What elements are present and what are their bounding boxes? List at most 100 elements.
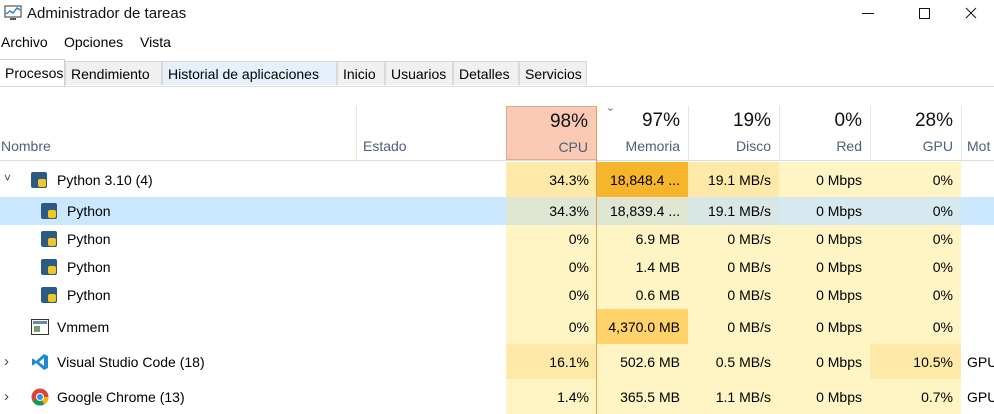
header-cpu[interactable]: 98% CPU: [506, 106, 597, 160]
process-name: Python: [41, 281, 111, 309]
title-bar: Administrador de tareas: [0, 0, 994, 28]
header-gpu-pct: 28%: [914, 110, 953, 131]
table-row[interactable]: › Visual Studio Code (18) 16.1% 502.6 MB…: [0, 344, 994, 379]
gpu-cell: 0%: [870, 253, 961, 281]
column-divider: [356, 106, 357, 160]
gpu-cell: 0.7%: [870, 379, 961, 414]
memory-cell: 0.6 MB: [597, 281, 688, 309]
chevron-down-icon[interactable]: ˅: [4, 171, 11, 185]
table-row[interactable]: › Google Chrome (13) 1.4% 365.5 MB 1.1 M…: [0, 379, 994, 414]
header-disk[interactable]: 19% Disco: [688, 106, 779, 160]
gpu-cell: 0%: [870, 309, 961, 344]
column-divider: [870, 106, 871, 160]
process-name: Vmmem: [31, 309, 109, 344]
close-button[interactable]: [948, 0, 994, 26]
column-divider: [779, 106, 780, 160]
header-cpu-label: CPU: [558, 139, 588, 155]
cpu-cell: 0%: [506, 225, 597, 253]
header-memory-label: Memoria: [625, 138, 680, 154]
header-network-label: Red: [836, 138, 862, 154]
tab-divider: [0, 86, 994, 87]
table-row[interactable]: Python 0% 6.9 MB 0 MB/s 0 Mbps 0%: [0, 225, 994, 253]
disk-cell: 0 MB/s: [688, 253, 779, 281]
memory-cell: 502.6 MB: [597, 344, 688, 379]
table-row[interactable]: ˅ Python 3.10 (4) 34.3% 18,848.4 ... 19.…: [0, 162, 994, 197]
python-icon: [31, 171, 47, 188]
gpu-engine-cell: [961, 197, 994, 225]
menu-opciones[interactable]: Opciones: [64, 34, 123, 50]
disk-cell: 1.1 MB/s: [688, 379, 779, 414]
tab-strip: Procesos Rendimiento Historial de aplica…: [0, 59, 994, 87]
gpu-engine-cell: [961, 162, 994, 197]
header-network-pct: 0%: [834, 110, 862, 131]
disk-cell: 0 MB/s: [688, 281, 779, 309]
gpu-cell: 0%: [870, 162, 961, 197]
memory-cell: 18,839.4 ...: [597, 197, 688, 225]
disk-cell: 0 MB/s: [688, 225, 779, 253]
close-icon: [965, 7, 977, 19]
gpu-cell: 0%: [870, 225, 961, 253]
header-disk-label: Disco: [735, 138, 771, 154]
cpu-cell: 16.1%: [506, 344, 597, 379]
python-icon: [41, 231, 57, 247]
maximize-button[interactable]: [901, 0, 947, 26]
python-icon: [41, 287, 57, 303]
cpu-cell: 1.4%: [506, 379, 597, 414]
cpu-column-right-border: [596, 106, 597, 414]
header-memory-pct: 97%: [641, 110, 680, 131]
network-cell: 0 Mbps: [779, 225, 870, 253]
gpu-engine-cell: [961, 281, 994, 309]
tab-servicios[interactable]: Servicios: [519, 61, 587, 85]
memory-cell: 18,848.4 ...: [597, 162, 688, 197]
table-row[interactable]: Python 0% 0.6 MB 0 MB/s 0 Mbps 0%: [0, 281, 994, 309]
process-name: Python: [41, 225, 111, 253]
disk-cell: 0 MB/s: [688, 309, 779, 344]
python-icon: [41, 203, 57, 219]
header-gpu-engine[interactable]: Mot: [961, 106, 994, 160]
header-gpu-label: GPU: [922, 138, 953, 154]
chrome-icon: [31, 388, 49, 406]
header-network[interactable]: 0% Red: [779, 106, 870, 160]
disk-cell: 19.1 MB/s: [688, 197, 779, 225]
cpu-cell: 0%: [506, 281, 597, 309]
tab-usuarios[interactable]: Usuarios: [385, 61, 453, 85]
python-icon: [41, 259, 57, 275]
maximize-icon: [918, 7, 930, 19]
header-status[interactable]: Estado: [356, 106, 506, 160]
header-cpu-pct: 98%: [549, 111, 588, 132]
menu-vista[interactable]: Vista: [140, 34, 171, 50]
network-cell: 0 Mbps: [779, 281, 870, 309]
chevron-right-icon[interactable]: ›: [4, 353, 9, 370]
tab-rendimiento[interactable]: Rendimiento: [65, 61, 162, 85]
minimize-icon: [862, 12, 874, 14]
window-title: Administrador de tareas: [27, 5, 187, 22]
tab-procesos[interactable]: Procesos: [0, 59, 65, 86]
table-row-selected[interactable]: Python 34.3% 18,839.4 ... 19.1 MB/s 0 Mb…: [0, 197, 994, 225]
tab-inicio[interactable]: Inicio: [337, 61, 385, 85]
disk-cell: 19.1 MB/s: [688, 162, 779, 197]
minimize-button[interactable]: [845, 0, 891, 26]
network-cell: 0 Mbps: [779, 379, 870, 414]
header-disk-pct: 19%: [732, 110, 771, 131]
header-gpu[interactable]: 28% GPU: [870, 106, 961, 160]
process-name: Python 3.10 (4): [31, 162, 153, 197]
header-name[interactable]: Nombre: [0, 106, 356, 160]
memory-cell: 6.9 MB: [597, 225, 688, 253]
process-name: Python: [41, 253, 111, 281]
header-name-label: Nombre: [1, 138, 51, 154]
header-memory[interactable]: ˇ 97% Memoria: [597, 106, 688, 160]
gpu-engine-cell: [961, 253, 994, 281]
tab-historial[interactable]: Historial de aplicaciones: [162, 61, 337, 85]
table-row[interactable]: Vmmem 0% 4,370.0 MB 0 MB/s 0 Mbps 0%: [0, 309, 994, 344]
table-row[interactable]: Python 0% 1.4 MB 0 MB/s 0 Mbps 0%: [0, 253, 994, 281]
tab-detalles[interactable]: Detalles: [453, 61, 519, 85]
gpu-engine-cell: GPU: [967, 353, 994, 370]
task-manager-icon: [4, 5, 22, 20]
chevron-right-icon[interactable]: ›: [4, 388, 9, 405]
gpu-cell: 10.5%: [870, 344, 961, 379]
memory-cell: 1.4 MB: [597, 253, 688, 281]
gpu-engine-cell: [961, 309, 994, 344]
menu-archivo[interactable]: Archivo: [1, 34, 48, 50]
gpu-engine-cell: [961, 225, 994, 253]
gpu-cell: 0%: [870, 197, 961, 225]
